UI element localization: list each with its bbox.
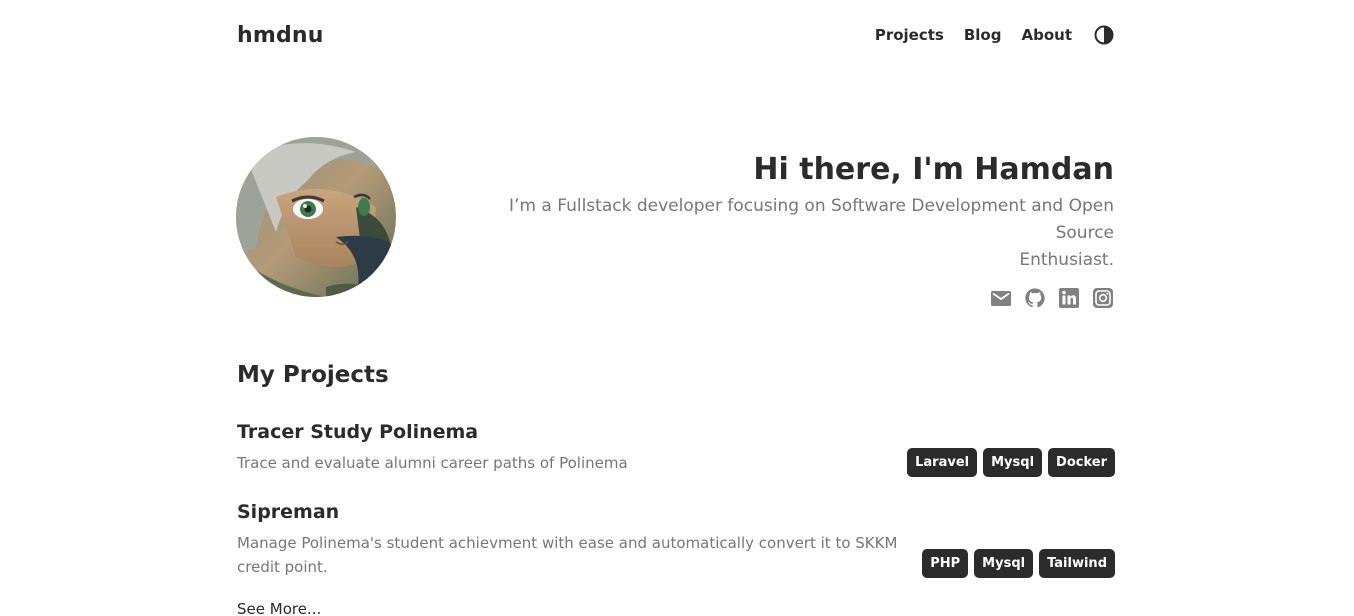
tag-tailwind: Tailwind bbox=[1039, 549, 1115, 578]
tag-mysql: Mysql bbox=[974, 549, 1034, 578]
page: hmdnu Projects Blog About Hi there, I'm … bbox=[0, 0, 1354, 616]
project-item: Sipreman Manage Polinema's student achie… bbox=[237, 499, 1115, 579]
theme-toggle-button[interactable] bbox=[1094, 25, 1114, 45]
linkedin-link[interactable] bbox=[1058, 287, 1080, 309]
instagram-icon bbox=[1093, 288, 1113, 308]
project-title-link[interactable]: Tracer Study Polinema bbox=[237, 419, 478, 445]
brand-logo[interactable]: hmdnu bbox=[237, 23, 324, 48]
projects-section-title: My Projects bbox=[237, 362, 389, 388]
project-description: Trace and evaluate alumni career paths o… bbox=[237, 454, 628, 472]
instagram-link[interactable] bbox=[1092, 287, 1114, 309]
social-links bbox=[470, 287, 1114, 309]
hero-subtitle-line: Enthusiast. bbox=[1019, 250, 1114, 270]
github-link[interactable] bbox=[1024, 287, 1046, 309]
tag-php: PHP bbox=[922, 549, 969, 578]
project-info: Sipreman Manage Polinema's student achie… bbox=[237, 499, 917, 579]
hero-text: Hi there, I'm Hamdan I’m a Fullstack dev… bbox=[470, 150, 1114, 309]
see-more-link[interactable]: See More... bbox=[237, 600, 321, 616]
nav-about[interactable]: About bbox=[1021, 26, 1072, 44]
hero-subtitle-line: I’m a Fullstack developer focusing on So… bbox=[509, 196, 1114, 243]
hero-title: Hi there, I'm Hamdan bbox=[753, 152, 1114, 187]
tag-docker: Docker bbox=[1048, 448, 1115, 477]
project-item: Tracer Study Polinema Trace and evaluate… bbox=[237, 419, 1115, 478]
github-icon bbox=[1025, 288, 1045, 308]
tag-mysql: Mysql bbox=[983, 448, 1043, 477]
project-tags: PHP Mysql Tailwind bbox=[922, 499, 1115, 579]
contrast-icon bbox=[1094, 25, 1114, 45]
linkedin-icon bbox=[1059, 288, 1079, 308]
mail-link[interactable] bbox=[990, 287, 1012, 309]
mail-icon bbox=[991, 291, 1011, 306]
main-nav: Projects Blog About bbox=[875, 25, 1114, 45]
nav-blog[interactable]: Blog bbox=[964, 26, 1002, 44]
site-header: hmdnu Projects Blog About bbox=[237, 18, 1114, 52]
project-description: Manage Polinema's student achievment wit… bbox=[237, 534, 898, 576]
tag-laravel: Laravel bbox=[907, 448, 978, 477]
project-info: Tracer Study Polinema Trace and evaluate… bbox=[237, 419, 907, 478]
hero-subtitle: I’m a Fullstack developer focusing on So… bbox=[470, 193, 1114, 274]
avatar bbox=[236, 137, 396, 297]
project-title-link[interactable]: Sipreman bbox=[237, 499, 339, 525]
project-tags: Laravel Mysql Docker bbox=[907, 419, 1115, 478]
nav-projects[interactable]: Projects bbox=[875, 26, 944, 44]
